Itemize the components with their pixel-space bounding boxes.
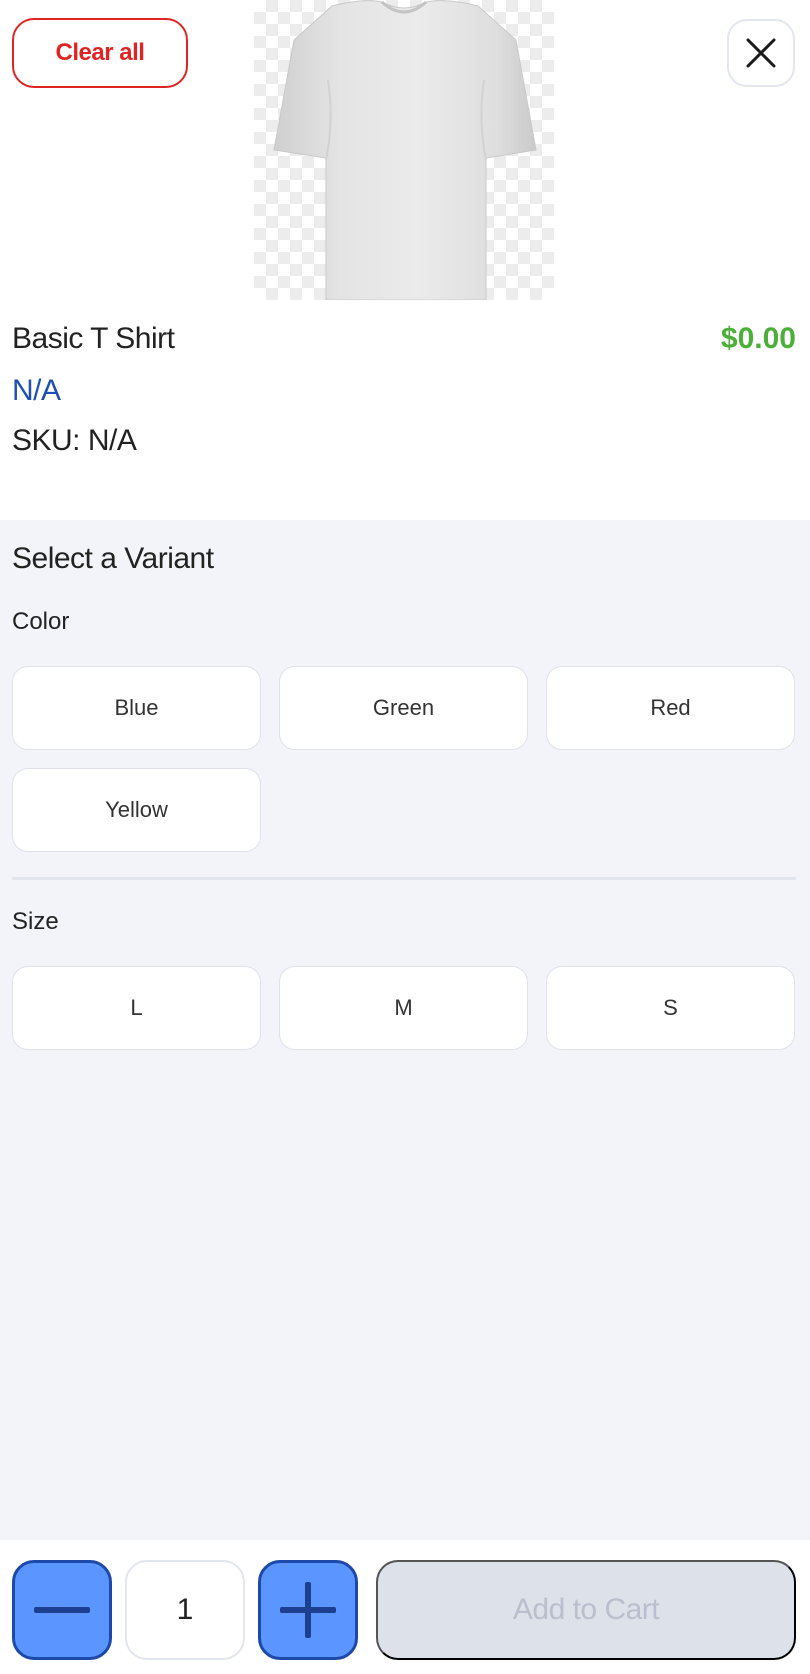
clear-all-button[interactable]: Clear all xyxy=(12,18,188,88)
product-variant-modal: Clear all Basic T Shirt $0.00 N/A SKU: N… xyxy=(0,0,810,1674)
variant-divider xyxy=(12,877,796,880)
close-button[interactable] xyxy=(727,19,795,87)
color-group-label: Color xyxy=(12,608,70,635)
product-subtitle: N/A xyxy=(12,374,61,407)
color-option-blue[interactable]: Blue xyxy=(12,666,261,750)
size-option-m[interactable]: M xyxy=(279,966,528,1050)
color-option-yellow[interactable]: Yellow xyxy=(12,768,261,852)
product-price: $0.00 xyxy=(720,322,796,355)
variant-title: Select a Variant xyxy=(12,542,214,575)
increase-quantity-button[interactable] xyxy=(258,1560,358,1660)
variant-selector: Select a Variant Color Blue Green Red Ye… xyxy=(0,520,810,1540)
product-image xyxy=(254,0,554,300)
product-sku: SKU: N/A xyxy=(12,424,137,457)
cart-action-bar: 1 Add to Cart xyxy=(0,1540,810,1674)
product-header: Clear all Basic T Shirt $0.00 N/A SKU: N… xyxy=(0,0,810,520)
size-option-l[interactable]: L xyxy=(12,966,261,1050)
plus-icon xyxy=(280,1582,336,1638)
minus-icon xyxy=(34,1607,90,1613)
color-option-red[interactable]: Red xyxy=(546,666,795,750)
add-to-cart-button[interactable]: Add to Cart xyxy=(376,1560,796,1660)
close-icon xyxy=(746,38,776,68)
t-shirt-image xyxy=(273,0,537,300)
product-name: Basic T Shirt xyxy=(12,322,175,355)
quantity-value[interactable]: 1 xyxy=(125,1560,245,1660)
decrease-quantity-button[interactable] xyxy=(12,1560,112,1660)
color-option-green[interactable]: Green xyxy=(279,666,528,750)
size-option-s[interactable]: S xyxy=(546,966,795,1050)
size-group-label: Size xyxy=(12,908,59,935)
